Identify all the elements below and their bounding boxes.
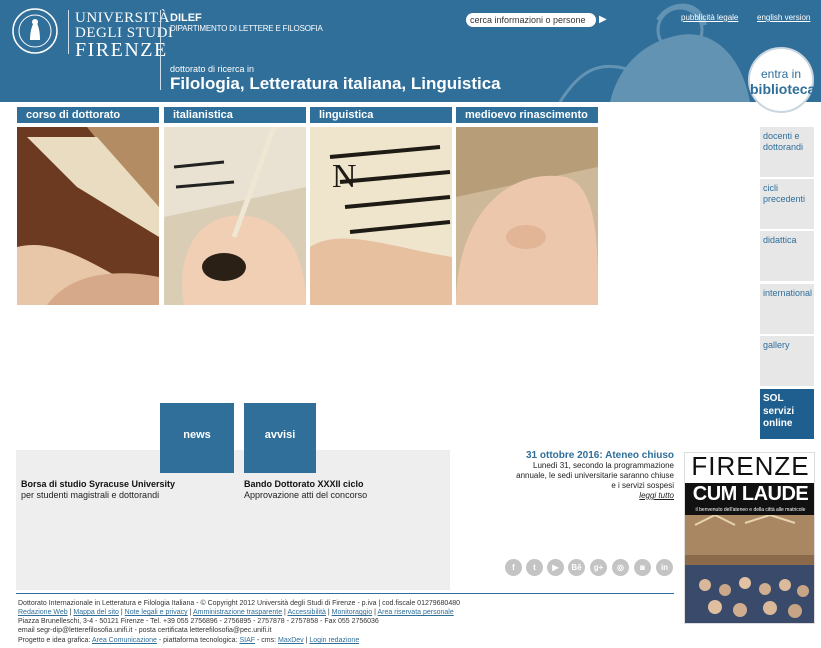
sol-line3: online (763, 418, 793, 429)
department-full-name[interactable]: DIPARTIMENTO DI LETTERE E FILOSOFIA (170, 24, 323, 33)
image-medioevo-rinascimento[interactable] (456, 127, 598, 305)
logo-divider (68, 10, 69, 54)
image-italianistica[interactable] (164, 127, 306, 305)
twitter-icon[interactable]: t (526, 559, 543, 576)
cum-laude-title1: FIRENZE (691, 452, 810, 481)
department-short-name[interactable]: DILEF (170, 12, 202, 24)
cum-laude-photo (685, 515, 814, 623)
image-linguistica[interactable]: N (310, 127, 452, 305)
avvisi-tab[interactable]: avvisi (244, 403, 316, 473)
sol-line1: SOL (763, 393, 784, 404)
library-button-line2: biblioteca (750, 81, 816, 97)
search-input[interactable]: cerca informazioni o persone (466, 13, 596, 27)
nav-gallery[interactable]: gallery (760, 336, 814, 386)
behance-icon[interactable]: Bē (568, 559, 585, 576)
english-version-link[interactable]: english version (757, 13, 810, 22)
footer-address: Piazza Brunelleschi, 3-4 - 50121 Firenze… (18, 618, 379, 625)
university-name-line3[interactable]: FIRENZE (75, 40, 168, 60)
footer-email-domain[interactable]: letterefilosofia.unifi.it (69, 627, 132, 634)
footer-link-redazione-web[interactable]: Redazione Web (18, 609, 68, 616)
alert-text: Lunedì 31, secondo la programmazione ann… (497, 461, 674, 491)
linkedin-icon[interactable]: in (656, 559, 673, 576)
footer-email-prefix: email segr-dip (18, 627, 62, 634)
footer-email: email segr-dip@letterefilosofia.unifi.it… (18, 627, 272, 634)
library-button-line1: entra in (760, 67, 802, 81)
news-item-title[interactable]: Borsa di studio Syracuse University (21, 479, 175, 489)
sol-line2: servizi (763, 405, 795, 417)
facebook-icon[interactable]: f (505, 559, 522, 576)
university-name-line1[interactable]: UNIVERSITÀ (75, 11, 170, 26)
credits-prefix: Progetto e idea grafica: (18, 637, 91, 644)
footer-link-amministrazione-trasparente[interactable]: Amministrazione trasparente (193, 609, 282, 616)
header-divider (160, 10, 161, 90)
footer-link-mappa-del-sito[interactable]: Mappa del sito (73, 609, 119, 616)
tab-medioevo-rinascimento[interactable]: medioevo rinascimento (456, 107, 598, 123)
cum-laude-subtitle: il benvenuto dell'ateneo e della città a… (685, 505, 814, 515)
footer-link-area-riservata[interactable]: Area riservata personale (377, 609, 453, 616)
nav-sol-servizi-online[interactable]: SOL servizi online (760, 389, 814, 439)
tab-italianistica[interactable]: italianistica (164, 107, 306, 123)
nav-cicli-precedenti[interactable]: cicli precedenti (760, 179, 814, 229)
instagram-icon[interactable]: ◙ (634, 559, 651, 576)
footer-divider (16, 593, 674, 594)
avvisi-item-text: Approvazione atti del concorso (244, 490, 368, 500)
at-icon: @ (61, 627, 70, 634)
credits-mid: - piattaforma tecnologica: (158, 637, 238, 644)
foursquare-icon[interactable]: ◎ (612, 559, 629, 576)
tab-linguistica[interactable]: linguistica (310, 107, 452, 123)
credits-link-login-redazione[interactable]: Login redazione (309, 637, 359, 644)
footer-link-note-legali[interactable]: Note legali e privacy (125, 609, 188, 616)
news-tab[interactable]: news (160, 403, 234, 473)
image-corso-di-dottorato[interactable] (17, 127, 159, 305)
youtube-icon[interactable]: ▶ (547, 559, 564, 576)
credits-link-maxdev[interactable]: MaxDev (278, 637, 304, 644)
phd-subtitle: dottorato di ricerca in (170, 64, 255, 74)
footer-pec-prefix: - posta certificata letterefilosofia (134, 627, 233, 634)
tab-corso-di-dottorato[interactable]: corso di dottorato (17, 107, 159, 123)
alert-line: e i servizi sospesi (611, 481, 674, 490)
search-submit-icon[interactable]: ▶ (599, 13, 609, 27)
footer-link-accessibilita[interactable]: Accessibilità (287, 609, 326, 616)
library-button[interactable]: entra in biblioteca (748, 47, 816, 113)
credits-link-area-comunicazione[interactable]: Area Comunicazione (92, 637, 157, 644)
cum-laude-banner[interactable]: FIRENZE CUM LAUDE il benvenuto dell'aten… (684, 452, 815, 624)
nav-didattica[interactable]: didattica (760, 231, 814, 281)
page-title: Filologia, Letteratura italiana, Linguis… (170, 74, 501, 93)
footer-link-monitoraggio[interactable]: Monitoraggio (332, 609, 372, 616)
credits-cms: - cms: (256, 637, 277, 644)
alert-line: Lunedì 31, secondo la programmazione (533, 461, 674, 470)
svg-text:N: N (332, 158, 357, 195)
cum-laude-title2: CUM LAUDE (685, 483, 814, 505)
footer-copyright: Dottorato Internazionale in Letteratura … (18, 600, 461, 607)
at-icon: @ (232, 627, 240, 634)
footer-credits: Progetto e idea grafica: Area Comunicazi… (18, 637, 360, 644)
credits-link-siaf[interactable]: SIAF (239, 637, 255, 644)
publicity-link[interactable]: pubblicità legale (681, 13, 738, 22)
nav-docenti-e-dottorandi[interactable]: docenti e dottorandi (760, 127, 814, 177)
footer-pec-domain[interactable]: pec.unifi.it (240, 627, 272, 634)
googleplus-icon[interactable]: g+ (590, 559, 607, 576)
alert-title[interactable]: 31 ottobre 2016: Ateneo chiuso (500, 450, 674, 461)
news-item-text: per studenti magistrali e dottorandi (21, 490, 160, 500)
avvisi-item-title[interactable]: Bando Dottorato XXXII ciclo (244, 479, 364, 489)
footer-links: Redazione Web | Mappa del sito | Note le… (18, 609, 454, 616)
nav-international[interactable]: international (760, 284, 814, 334)
read-more-link[interactable]: leggi tutto (600, 491, 674, 500)
university-seal-logo[interactable] (12, 8, 58, 54)
alert-line: annuale, le sedi universitarie saranno c… (516, 471, 674, 480)
